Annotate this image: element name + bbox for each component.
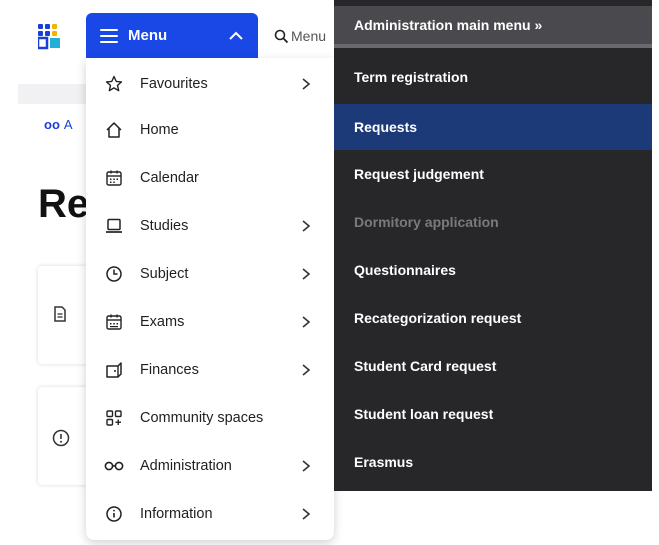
menu-button-label: Menu xyxy=(128,27,168,44)
breadcrumb[interactable]: oo A xyxy=(44,117,73,132)
chevron-right-icon xyxy=(302,460,311,472)
wallet-icon xyxy=(104,360,124,380)
submenu-item-dormitory-application: Dormitory application xyxy=(354,214,499,230)
submenu-item-questionnaires[interactable]: Questionnaires xyxy=(334,247,652,293)
app-logo[interactable] xyxy=(36,24,62,50)
info-icon xyxy=(104,504,124,524)
menu-item-label: Community spaces xyxy=(140,410,264,426)
chevron-right-icon xyxy=(302,508,311,520)
chevron-right-icon xyxy=(302,220,311,232)
submenu-item-request-judgement[interactable]: Request judgement xyxy=(334,151,652,197)
search-box[interactable]: Menu xyxy=(260,16,340,56)
breadcrumb-label: A xyxy=(63,117,73,132)
menu-item-home[interactable]: Home xyxy=(86,108,334,152)
calendar-icon xyxy=(104,168,124,188)
menu-item-favourites[interactable]: Favourites xyxy=(86,62,334,106)
star-icon xyxy=(104,74,124,94)
menu-item-label: Home xyxy=(140,122,179,138)
menu-button[interactable]: Menu xyxy=(86,13,258,58)
grid-add-icon xyxy=(104,408,124,428)
submenu-header-link[interactable]: Administration main menu » xyxy=(334,6,652,48)
menu-item-label: Exams xyxy=(140,314,185,330)
submenu-item-erasmus[interactable]: Erasmus xyxy=(334,439,652,485)
submenu-item-recategorization-request[interactable]: Recategorization request xyxy=(334,295,652,341)
menu-item-subject[interactable]: Subject xyxy=(86,252,334,296)
menu-item-information[interactable]: Information xyxy=(86,492,334,536)
chevron-right-icon xyxy=(302,316,311,328)
chevron-right-icon xyxy=(302,268,311,280)
glasses-icon xyxy=(104,456,124,476)
glasses-icon: oo xyxy=(44,117,60,132)
document-icon xyxy=(54,306,66,322)
menu-item-studies[interactable]: Studies xyxy=(86,204,334,248)
menu-item-label: Favourites xyxy=(140,76,208,92)
submenu-item-term-registration[interactable]: Term registration xyxy=(334,54,652,100)
chevron-up-icon xyxy=(229,31,243,40)
menu-item-administration[interactable]: Administration xyxy=(86,444,334,488)
menu-item-label: Information xyxy=(140,506,213,522)
search-placeholder: Menu xyxy=(291,28,327,44)
menu-item-label: Finances xyxy=(140,362,199,378)
exam-calendar-icon xyxy=(104,312,124,332)
home-icon xyxy=(104,120,124,140)
menu-item-community-spaces[interactable]: Community spaces xyxy=(86,396,334,440)
menu-item-finances[interactable]: Finances xyxy=(86,348,334,392)
clock-icon xyxy=(104,264,124,284)
menu-item-exams[interactable]: Exams xyxy=(86,300,334,344)
menu-item-label: Studies xyxy=(140,218,189,234)
menu-item-calendar[interactable]: Calendar xyxy=(86,156,334,200)
main-menu-dropdown: Favourites Home Calendar Studies Subject… xyxy=(86,58,334,540)
hamburger-icon xyxy=(100,28,118,43)
search-icon xyxy=(274,29,289,43)
menu-item-label: Administration xyxy=(140,458,232,474)
chevron-right-icon xyxy=(302,78,311,90)
administration-submenu: Administration main menu » Term registra… xyxy=(334,0,652,491)
page-title: Re xyxy=(38,182,90,226)
laptop-icon xyxy=(104,216,124,236)
menu-item-label: Subject xyxy=(140,266,189,282)
submenu-item-student-loan-request[interactable]: Student loan request xyxy=(334,391,652,437)
chevron-right-icon xyxy=(302,364,311,376)
submenu-item-student-card-request[interactable]: Student Card request xyxy=(334,343,652,389)
alert-icon xyxy=(52,429,70,447)
menu-item-label: Calendar xyxy=(140,170,199,186)
submenu-item-requests[interactable]: Requests xyxy=(334,104,652,150)
